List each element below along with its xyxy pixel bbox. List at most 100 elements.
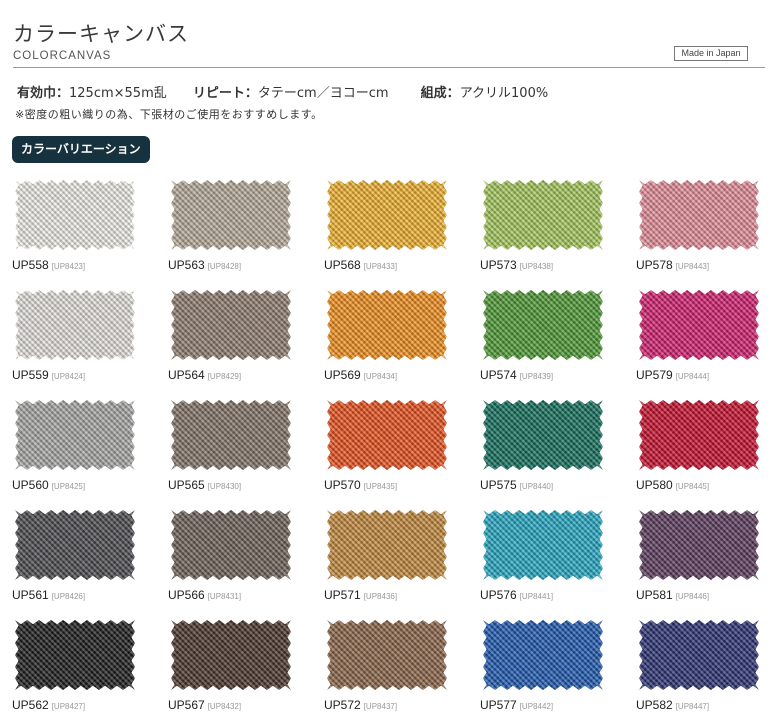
swatch-item[interactable]: UP574 [UP8439]: [478, 288, 634, 398]
spec-width-label: 有効巾：: [17, 86, 70, 101]
spec-composition-value: アクリル100%: [459, 86, 549, 101]
swatch-label: UP578 [UP8443]: [636, 256, 709, 274]
fabric-swatch[interactable]: [15, 510, 135, 580]
swatch-label: UP570 [UP8435]: [324, 476, 397, 494]
swatch-subcode: [UP8429]: [207, 372, 242, 381]
fabric-swatch[interactable]: [639, 180, 759, 250]
fabric-swatch[interactable]: [171, 620, 291, 690]
swatch-item[interactable]: UP562 [UP8427]: [10, 618, 166, 728]
swatch-code: UP565: [168, 478, 205, 492]
swatch-subcode: [UP8447]: [675, 702, 710, 711]
swatch-label: UP563 [UP8428]: [168, 256, 241, 274]
swatch-subcode: [UP8436]: [363, 592, 398, 601]
swatch-item[interactable]: UP567 [UP8432]: [166, 618, 322, 728]
swatch-code: UP561: [12, 588, 49, 602]
swatch-subcode: [UP8442]: [519, 702, 554, 711]
usage-note: ※密度の粗い織りの為、下張材のご使用をおすすめします。: [15, 108, 323, 121]
swatch-subcode: [UP8439]: [519, 372, 554, 381]
swatch-item[interactable]: UP570 [UP8435]: [322, 398, 478, 508]
swatch-item[interactable]: UP563 [UP8428]: [166, 178, 322, 288]
fabric-swatch[interactable]: [15, 620, 135, 690]
fabric-swatch[interactable]: [483, 510, 603, 580]
swatch-code: UP562: [12, 698, 49, 712]
fabric-swatch[interactable]: [639, 400, 759, 470]
swatch-item[interactable]: UP579 [UP8444]: [634, 288, 780, 398]
fabric-swatch[interactable]: [171, 400, 291, 470]
swatch-item[interactable]: UP564 [UP8429]: [166, 288, 322, 398]
swatch-code: UP573: [480, 258, 517, 272]
swatch-item[interactable]: UP582 [UP8447]: [634, 618, 780, 728]
fabric-swatch[interactable]: [327, 290, 447, 360]
swatch-item[interactable]: UP569 [UP8434]: [322, 288, 478, 398]
swatch-item[interactable]: UP581 [UP8446]: [634, 508, 780, 618]
swatch-label: UP562 [UP8427]: [12, 696, 85, 714]
fabric-swatch[interactable]: [171, 510, 291, 580]
swatch-label: UP572 [UP8437]: [324, 696, 397, 714]
swatch-item[interactable]: UP576 [UP8441]: [478, 508, 634, 618]
fabric-swatch[interactable]: [15, 180, 135, 250]
swatch-label: UP573 [UP8438]: [480, 256, 553, 274]
swatch-item[interactable]: UP568 [UP8433]: [322, 178, 478, 288]
swatch-label: UP575 [UP8440]: [480, 476, 553, 494]
swatch-subcode: [UP8427]: [51, 702, 86, 711]
fabric-swatch[interactable]: [483, 180, 603, 250]
swatch-subcode: [UP8425]: [51, 482, 86, 491]
fabric-swatch[interactable]: [639, 290, 759, 360]
fabric-swatch[interactable]: [327, 620, 447, 690]
swatch-code: UP567: [168, 698, 205, 712]
swatch-label: UP558 [UP8423]: [12, 256, 85, 274]
fabric-swatch[interactable]: [639, 620, 759, 690]
swatch-code: UP574: [480, 368, 517, 382]
swatch-item[interactable]: UP565 [UP8430]: [166, 398, 322, 508]
swatch-code: UP580: [636, 478, 673, 492]
swatch-label: UP564 [UP8429]: [168, 366, 241, 384]
swatch-code: UP569: [324, 368, 361, 382]
fabric-swatch[interactable]: [327, 510, 447, 580]
swatch-subcode: [UP8434]: [363, 372, 398, 381]
swatch-label: UP582 [UP8447]: [636, 696, 709, 714]
swatch-item[interactable]: UP575 [UP8440]: [478, 398, 634, 508]
swatch-code: UP578: [636, 258, 673, 272]
fabric-swatch[interactable]: [639, 510, 759, 580]
color-variation-tab[interactable]: カラーバリエーション: [12, 136, 150, 163]
swatch-item[interactable]: UP558 [UP8423]: [10, 178, 166, 288]
fabric-swatch[interactable]: [483, 620, 603, 690]
swatch-code: UP559: [12, 368, 49, 382]
swatch-label: UP569 [UP8434]: [324, 366, 397, 384]
swatch-label: UP561 [UP8426]: [12, 586, 85, 604]
fabric-swatch[interactable]: [327, 180, 447, 250]
fabric-swatch[interactable]: [15, 290, 135, 360]
swatch-label: UP565 [UP8430]: [168, 476, 241, 494]
swatch-code: UP577: [480, 698, 517, 712]
swatch-item[interactable]: UP572 [UP8437]: [322, 618, 478, 728]
swatch-item[interactable]: UP571 [UP8436]: [322, 508, 478, 618]
swatch-subcode: [UP8445]: [675, 482, 710, 491]
swatch-item[interactable]: UP566 [UP8431]: [166, 508, 322, 618]
swatch-item[interactable]: UP573 [UP8438]: [478, 178, 634, 288]
fabric-swatch[interactable]: [483, 400, 603, 470]
swatch-code: UP582: [636, 698, 673, 712]
swatch-subcode: [UP8438]: [519, 262, 554, 271]
fabric-swatch[interactable]: [483, 290, 603, 360]
swatch-label: UP577 [UP8442]: [480, 696, 553, 714]
swatch-label: UP580 [UP8445]: [636, 476, 709, 494]
swatch-item[interactable]: UP578 [UP8443]: [634, 178, 780, 288]
swatch-code: UP571: [324, 588, 361, 602]
swatch-item[interactable]: UP561 [UP8426]: [10, 508, 166, 618]
swatch-item[interactable]: UP560 [UP8425]: [10, 398, 166, 508]
fabric-swatch[interactable]: [327, 400, 447, 470]
swatch-subcode: [UP8432]: [207, 702, 242, 711]
fabric-swatch[interactable]: [171, 290, 291, 360]
swatch-code: UP575: [480, 478, 517, 492]
spec-repeat-value: タテーcm／ヨコーcm: [257, 86, 389, 101]
page-subtitle: COLORCANVAS: [13, 50, 112, 62]
swatch-item[interactable]: UP559 [UP8424]: [10, 288, 166, 398]
swatch-subcode: [UP8440]: [519, 482, 554, 491]
swatch-item[interactable]: UP577 [UP8442]: [478, 618, 634, 728]
swatch-code: UP568: [324, 258, 361, 272]
swatch-code: UP560: [12, 478, 49, 492]
fabric-swatch[interactable]: [171, 180, 291, 250]
fabric-swatch[interactable]: [15, 400, 135, 470]
swatch-item[interactable]: UP580 [UP8445]: [634, 398, 780, 508]
swatch-label: UP567 [UP8432]: [168, 696, 241, 714]
